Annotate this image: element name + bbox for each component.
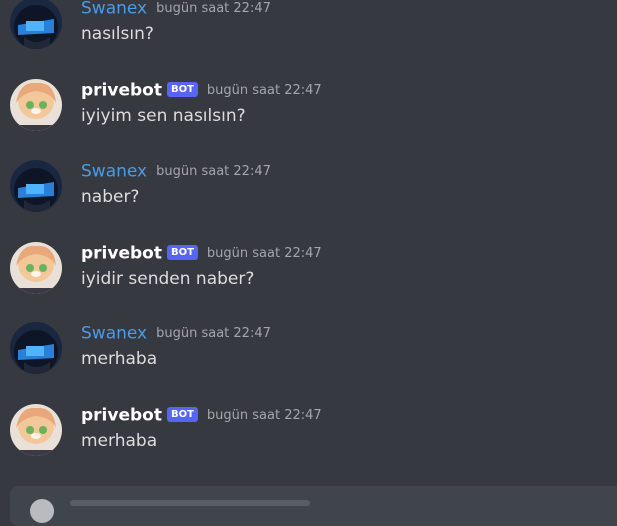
message-item: Swanex bugün saat 22:47 merhaba — [0, 305, 617, 375]
privebot-avatar-icon[interactable] — [10, 404, 62, 456]
timestamp: bugün saat 22:47 — [156, 164, 271, 179]
message-text: naber? — [81, 187, 140, 207]
message-item: Swanex bugün saat 22:47 nasılsın? — [0, 0, 617, 50]
privebot-avatar-icon[interactable] — [10, 242, 62, 294]
message-item: privebot BOT bugün saat 22:47 iyiyim sen n… — [0, 62, 617, 132]
message-text: nasılsın? — [81, 24, 154, 44]
timestamp: bugün saat 22:47 — [156, 326, 271, 341]
message-item: privebot BOT bugün saat 22:47 merhaba — [0, 387, 617, 457]
message-header: Swanex bugün saat 22:47 — [81, 161, 271, 183]
add-attachment-icon[interactable] — [30, 499, 54, 523]
username[interactable]: privebot — [81, 244, 162, 264]
bot-badge: BOT — [166, 245, 198, 260]
swanex-avatar-icon[interactable] — [10, 0, 62, 49]
message-header: privebot BOT bugün saat 22:47 — [81, 243, 322, 265]
message-item: Swanex bugün saat 22:47 naber? — [0, 143, 617, 213]
timestamp: bugün saat 22:47 — [156, 1, 271, 16]
swanex-avatar-icon[interactable] — [10, 160, 62, 212]
username[interactable]: privebot — [81, 81, 162, 101]
username[interactable]: Swanex — [81, 324, 147, 344]
bot-badge: BOT — [166, 82, 198, 97]
message-header: Swanex bugün saat 22:47 — [81, 323, 271, 345]
message-header: privebot BOT bugün saat 22:47 — [81, 80, 322, 102]
bot-badge: BOT — [166, 407, 198, 422]
message-item: privebot BOT bugün saat 22:47 iyidir sende… — [0, 225, 617, 295]
message-text: iyiyim sen nasılsın? — [81, 106, 246, 126]
username[interactable]: Swanex — [81, 0, 147, 19]
timestamp: bugün saat 22:47 — [206, 83, 322, 98]
message-header: Swanex bugün saat 22:47 — [81, 0, 271, 20]
timestamp: bugün saat 22:47 — [206, 246, 322, 261]
privebot-avatar-icon[interactable] — [10, 79, 62, 131]
message-text: merhaba — [81, 431, 158, 451]
message-text: merhaba — [81, 349, 158, 369]
username[interactable]: privebot — [81, 406, 162, 426]
message-input[interactable] — [70, 500, 310, 506]
swanex-avatar-icon[interactable] — [10, 322, 62, 374]
timestamp: bugün saat 22:47 — [206, 408, 322, 423]
message-text: iyidir senden naber? — [81, 269, 255, 289]
message-composer[interactable] — [10, 486, 617, 526]
message-header: privebot BOT bugün saat 22:47 — [81, 405, 322, 427]
username[interactable]: Swanex — [81, 162, 147, 182]
